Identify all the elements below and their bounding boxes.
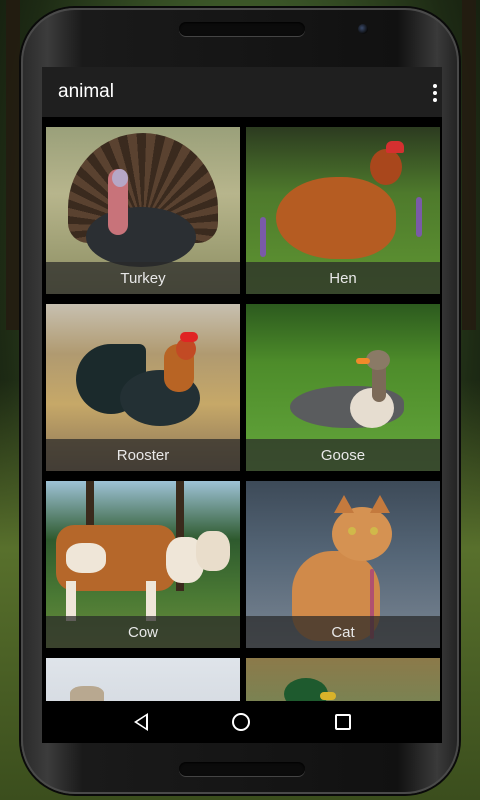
- top-speaker: [179, 22, 305, 36]
- recents-square-icon[interactable]: [330, 709, 356, 735]
- home-circle-icon[interactable]: [228, 709, 254, 735]
- animal-tile-hen[interactable]: Hen: [246, 127, 440, 294]
- animal-tile-cow[interactable]: Cow: [46, 481, 240, 648]
- system-nav-bar: [42, 701, 442, 743]
- animal-tile-rooster[interactable]: Rooster: [46, 304, 240, 471]
- animal-tile-goose[interactable]: Goose: [246, 304, 440, 471]
- front-camera: [358, 24, 368, 34]
- background-tree: [462, 0, 476, 330]
- tile-caption: Rooster: [46, 439, 240, 471]
- app-bar: animal: [42, 67, 442, 117]
- app-title: animal: [58, 81, 114, 102]
- more-vertical-icon[interactable]: [428, 77, 442, 109]
- animal-tile-turkey[interactable]: Turkey: [46, 127, 240, 294]
- back-triangle-icon[interactable]: [128, 709, 154, 735]
- tile-caption: Cow: [46, 616, 240, 648]
- tile-caption: Hen: [246, 262, 440, 294]
- bottom-speaker: [179, 762, 305, 776]
- animal-tile-cat[interactable]: Cat: [246, 481, 440, 648]
- screen: animal Turkey Hen Rooster Goose Cow Cat: [42, 67, 442, 743]
- tile-caption: Turkey: [46, 262, 240, 294]
- tile-caption: Cat: [246, 616, 440, 648]
- background-tree: [6, 0, 20, 330]
- tile-caption: Goose: [246, 439, 440, 471]
